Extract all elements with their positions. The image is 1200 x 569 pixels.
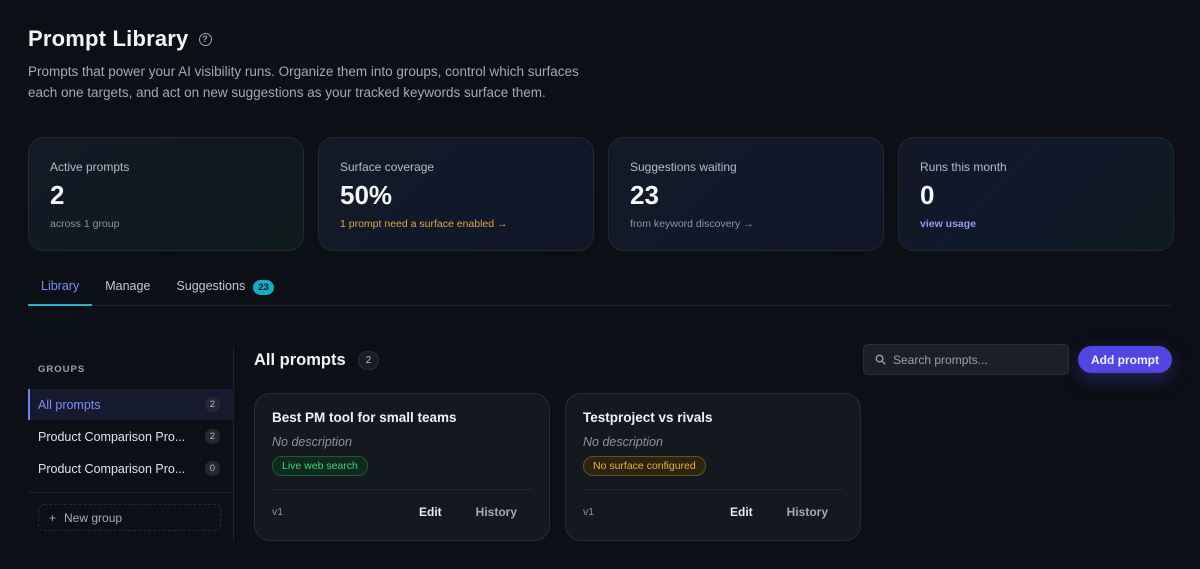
prompts-count-badge: 2 (357, 350, 380, 370)
stat-value: 0 (920, 180, 935, 210)
history-button[interactable]: History (476, 505, 517, 519)
stat-card-suggestions-waiting: Suggestions waiting 23 from keyword disc… (608, 137, 884, 251)
page-title: Prompt Library (28, 26, 189, 51)
prompt-card[interactable]: Testproject vs rivals No description No … (565, 393, 861, 541)
group-item[interactable]: Product Comparison Pro... 2 (28, 421, 233, 452)
tab-label: Manage (105, 279, 151, 293)
tab-label: Suggestions (176, 279, 246, 293)
tab-bar: Library Manage Suggestions 23 (28, 270, 1172, 306)
surface-badge: No surface configured (583, 456, 706, 476)
history-button[interactable]: History (787, 505, 828, 519)
group-count: 0 (204, 461, 220, 476)
prompt-card[interactable]: Best PM tool for small teams No descript… (254, 393, 550, 541)
group-item[interactable]: Product Comparison Pro... 0 (28, 453, 233, 484)
stat-label: Suggestions waiting (630, 160, 737, 174)
tab-label: Library (41, 279, 80, 293)
search-icon (875, 354, 886, 365)
stat-value: 50% (340, 180, 393, 210)
group-label: Product Comparison Pro... (38, 461, 186, 476)
stat-label: Surface coverage (340, 160, 435, 174)
prompt-title: Testproject vs rivals (583, 410, 713, 425)
stat-card-surface-coverage: Surface coverage 50% 1 prompt need a sur… (318, 137, 594, 251)
sidebar-divider (28, 492, 233, 493)
group-label: All prompts (38, 397, 101, 412)
prompts-title: All prompts (254, 350, 346, 369)
stat-card-runs-this-month: Runs this month 0 view usage (898, 137, 1174, 251)
groups-sidebar: GROUPS All prompts 2 Product Comparison … (28, 346, 234, 542)
group-count: 2 (204, 429, 220, 444)
card-footer: v1 Edit History (272, 489, 532, 533)
title-row: Prompt Library ? (28, 26, 608, 52)
stat-sub: across 1 group (50, 218, 120, 230)
edit-button[interactable]: Edit (419, 505, 442, 519)
stat-card-active-prompts: Active prompts 2 across 1 group (28, 137, 304, 251)
view-usage-link[interactable]: view usage (920, 218, 1153, 230)
tab-library[interactable]: Library (28, 270, 93, 306)
version-label: v1 (272, 505, 284, 518)
plus-icon: + (49, 510, 57, 525)
surface-warning-link[interactable]: 1 prompt need a surface enabled → (340, 218, 573, 230)
group-label: Product Comparison Pro... (38, 429, 186, 444)
prompts-panel: All prompts 2 Add prompt Best PM tool fo… (254, 344, 1172, 541)
page-subtitle: Prompts that power your AI visibility ru… (28, 64, 579, 100)
new-group-label: New group (64, 510, 123, 525)
keyword-discovery-link[interactable]: from keyword discovery → (630, 218, 863, 230)
group-item-all-prompts[interactable]: All prompts 2 (28, 389, 233, 420)
stat-label: Active prompts (50, 160, 130, 174)
search-input[interactable] (893, 352, 1063, 367)
group-count: 2 (204, 397, 220, 412)
stat-label: Runs this month (920, 160, 1007, 174)
groups-heading: GROUPS (38, 364, 86, 375)
prompt-description: No description (272, 435, 352, 449)
page-header: Prompt Library ? Prompts that power your… (28, 26, 608, 103)
prompt-title: Best PM tool for small teams (272, 410, 457, 425)
version-label: v1 (583, 505, 595, 518)
tab-suggestions[interactable]: Suggestions 23 (163, 270, 286, 306)
add-prompt-button[interactable]: Add prompt (1078, 346, 1172, 373)
stat-value: 2 (50, 180, 65, 210)
stat-value: 23 (630, 180, 659, 210)
prompt-cards: Best PM tool for small teams No descript… (254, 393, 861, 541)
search-box[interactable] (863, 344, 1069, 375)
new-group-button[interactable]: + New group (38, 504, 221, 531)
tab-manage[interactable]: Manage (92, 270, 163, 306)
help-icon[interactable]: ? (198, 32, 212, 46)
group-list: All prompts 2 Product Comparison Pro... … (28, 389, 233, 484)
suggestions-count-badge: 23 (253, 280, 274, 295)
stats-row: Active prompts 2 across 1 group Surface … (28, 137, 1174, 251)
prompt-description: No description (583, 435, 663, 449)
edit-button[interactable]: Edit (730, 505, 753, 519)
surface-badge: Live web search (272, 456, 368, 476)
card-footer: v1 Edit History (583, 489, 843, 533)
